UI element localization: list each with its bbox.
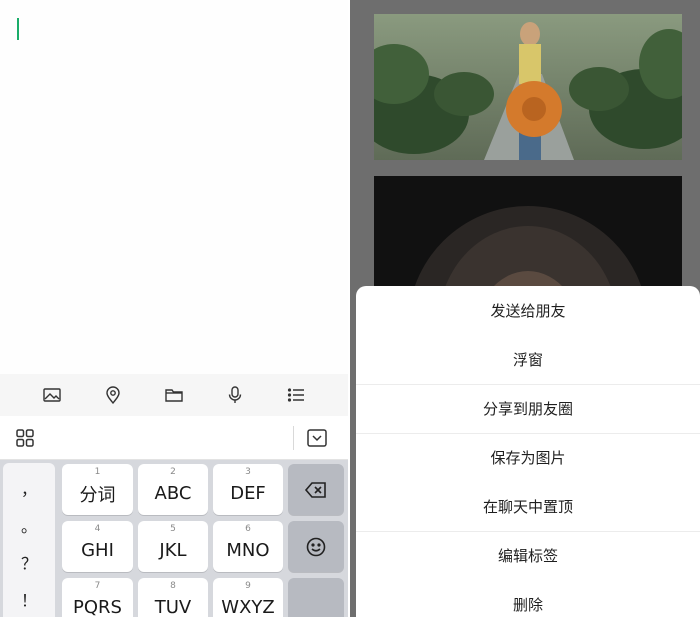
key-label: GHI (81, 540, 114, 561)
image-viewer-panel: 发送给朋友 浮窗 分享到朋友圈 保存为图片 在聊天中置顶 编辑标签 删除 (350, 0, 700, 617)
key-8[interactable]: 8 TUV (138, 578, 208, 617)
divider (293, 426, 294, 450)
key-6[interactable]: 6 MNO (213, 521, 283, 572)
key-label: PQRS (73, 597, 122, 617)
key-5[interactable]: 5 JKL (138, 521, 208, 572)
key-number: 5 (170, 524, 176, 534)
emoji-icon (306, 537, 326, 556)
key-number: 9 (245, 581, 251, 591)
key-3[interactable]: 3 DEF (213, 464, 283, 515)
key-label: MNO (226, 540, 270, 561)
action-sheet: 发送给朋友 浮窗 分享到朋友圈 保存为图片 在聊天中置顶 编辑标签 删除 (356, 286, 700, 617)
key-number: 7 (94, 581, 101, 591)
punctuation-key[interactable]: 。 (9, 513, 49, 537)
send-to-friend-button[interactable]: 发送给朋友 (356, 286, 700, 335)
grid-icon[interactable] (14, 427, 36, 449)
key-number: 1 (94, 467, 101, 477)
key-number: 2 (170, 467, 176, 477)
key-7[interactable]: 7 PQRS (62, 578, 133, 617)
key-label: 分词 (79, 484, 116, 506)
key-1[interactable]: 1 分词 (62, 464, 133, 515)
t9-keyboard: ， 。 ？ ！ 1 分词 2 ABC 3 DEF 4 GHI 5 JKL 6 M… (0, 460, 348, 617)
keyboard-top-bar (0, 416, 348, 460)
collapse-keyboard-icon[interactable] (306, 427, 328, 449)
microphone-icon[interactable] (223, 383, 247, 407)
folder-icon[interactable] (162, 383, 186, 407)
location-icon[interactable] (101, 383, 125, 407)
key-label: DEF (230, 483, 266, 504)
editor-toolbar (0, 374, 348, 416)
note-editor-panel: ， 。 ？ ！ 1 分词 2 ABC 3 DEF 4 GHI 5 JKL 6 M… (0, 0, 348, 617)
key-label: TUV (154, 597, 192, 617)
share-to-moments-button[interactable]: 分享到朋友圈 (356, 384, 700, 433)
key-2[interactable]: 2 ABC (138, 464, 208, 515)
key-label: JKL (159, 540, 187, 561)
key-9[interactable]: 9 WXYZ (213, 578, 283, 617)
image-icon[interactable] (40, 383, 64, 407)
backspace-key[interactable] (288, 464, 344, 515)
backspace-icon (304, 481, 326, 498)
delete-button[interactable]: 删除 (356, 580, 700, 617)
punctuation-key[interactable]: ， (9, 476, 49, 500)
key-4[interactable]: 4 GHI (62, 521, 133, 572)
key-number: 4 (94, 524, 101, 534)
function-key[interactable] (288, 578, 344, 617)
key-number: 8 (170, 581, 176, 591)
photo-woman-with-hat[interactable] (374, 14, 682, 160)
punctuation-key[interactable]: ！ (9, 587, 49, 611)
key-number: 3 (245, 467, 251, 477)
pin-in-chat-button[interactable]: 在聊天中置顶 (356, 482, 700, 531)
text-cursor (17, 18, 19, 40)
key-number: 6 (245, 524, 251, 534)
floating-window-button[interactable]: 浮窗 (356, 335, 700, 384)
key-label: WXYZ (221, 597, 275, 617)
punctuation-key[interactable]: ？ (9, 550, 49, 574)
text-editor-area[interactable] (0, 0, 348, 374)
list-icon[interactable] (284, 383, 308, 407)
key-label: ABC (154, 483, 192, 504)
punctuation-column[interactable]: ， 。 ？ ！ (3, 463, 55, 617)
save-as-image-button[interactable]: 保存为图片 (356, 433, 700, 482)
edit-tags-button[interactable]: 编辑标签 (356, 531, 700, 580)
emoji-key[interactable] (288, 521, 344, 572)
